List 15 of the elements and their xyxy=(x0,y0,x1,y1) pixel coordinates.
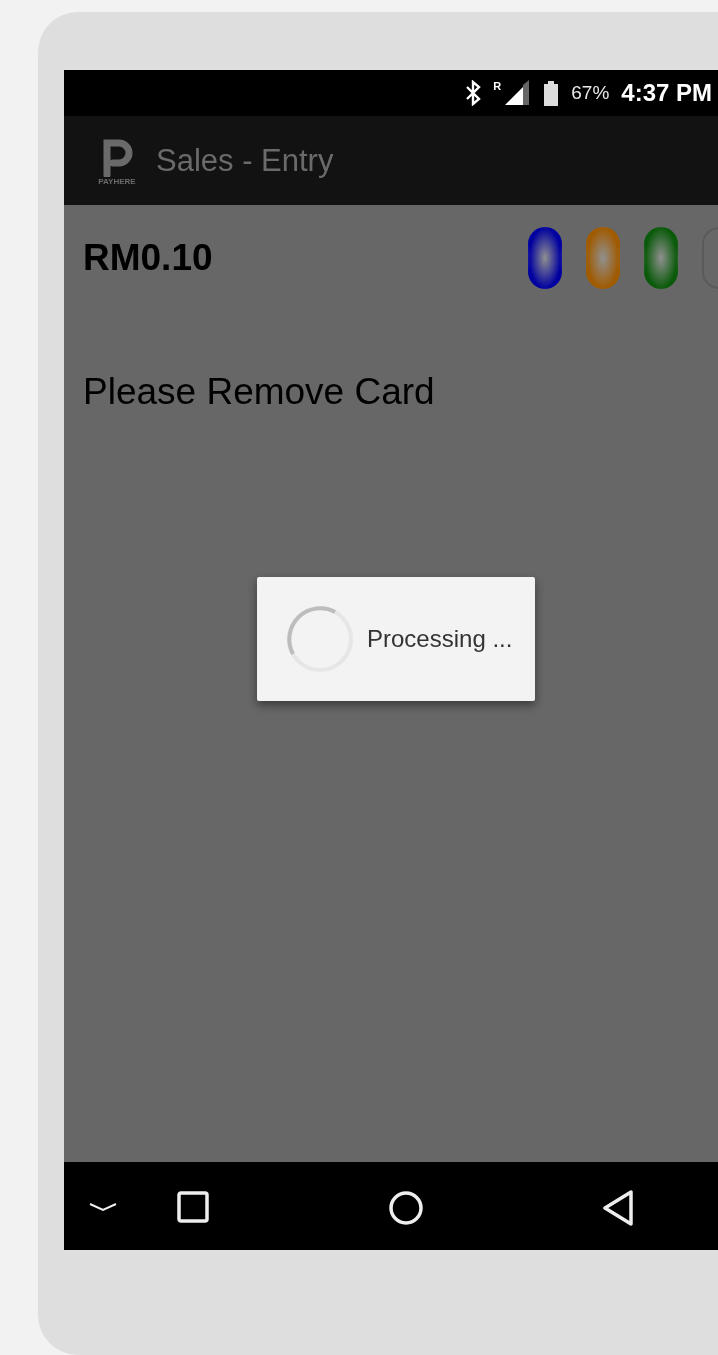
processing-text: Processing ... xyxy=(367,625,513,653)
amount: RM0.10 xyxy=(83,237,213,279)
roaming-indicator: R xyxy=(493,80,502,92)
home-icon[interactable] xyxy=(389,1191,423,1225)
chevron-down-icon[interactable] xyxy=(89,1202,117,1212)
logo-text: PAYHERE xyxy=(98,177,136,186)
battery-level: 67% xyxy=(571,82,610,104)
battery-icon xyxy=(543,79,560,107)
spinner-icon xyxy=(285,604,355,674)
card-message: Please Remove Card xyxy=(83,371,436,413)
recents-icon[interactable] xyxy=(177,1191,209,1223)
bluetooth-icon xyxy=(465,80,482,106)
clock: 4:37 PM xyxy=(621,79,712,107)
screen-title: Sales - Entry xyxy=(156,142,334,179)
back-icon[interactable] xyxy=(602,1190,634,1226)
